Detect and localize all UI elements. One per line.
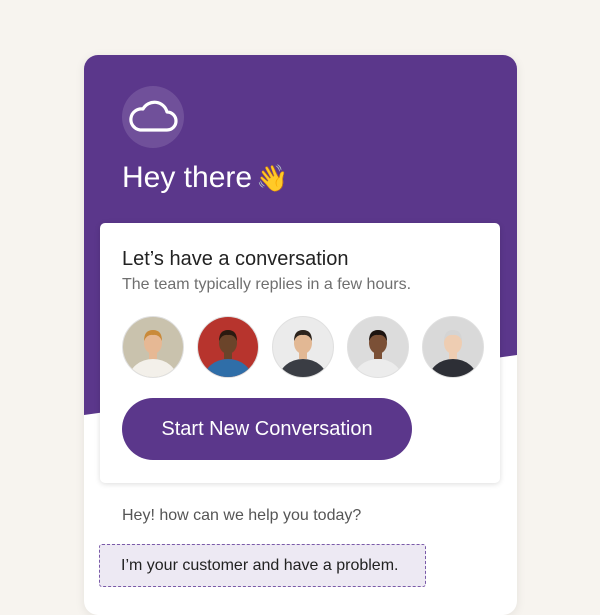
team-avatar-3: [272, 316, 334, 378]
conversation-card: Let’s have a conversation The team typic…: [100, 223, 500, 483]
waving-hand-emoji: 👋: [256, 163, 289, 193]
bot-prompt-message: Hey! how can we help you today?: [122, 507, 362, 524]
chat-widget: Hey there 👋 Let’s have a conversation The…: [84, 55, 517, 615]
team-avatar-1: [122, 316, 184, 378]
team-avatar-4: [347, 316, 409, 378]
card-title: Let’s have a conversation: [122, 248, 349, 270]
cloud-icon: [129, 100, 178, 132]
greeting-text: Hey there: [122, 161, 253, 194]
team-avatar-2: [197, 316, 259, 378]
reply-time-text: The team typically replies in a few hour…: [122, 276, 412, 293]
team-avatar-5: [422, 316, 484, 378]
team-avatars: [122, 316, 484, 378]
greeting-heading: Hey there 👋: [122, 161, 288, 195]
brand-logo: [122, 86, 184, 148]
start-conversation-button[interactable]: Start New Conversation: [122, 398, 412, 460]
reply-input[interactable]: [99, 544, 426, 587]
